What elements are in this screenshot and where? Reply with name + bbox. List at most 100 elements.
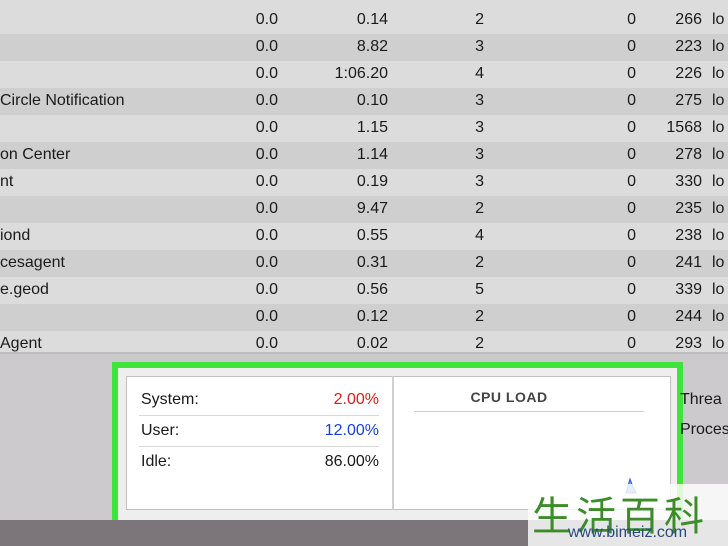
- user-name: lo: [712, 65, 725, 82]
- idle-wakeups: 0: [627, 254, 636, 271]
- table-row[interactable]: 0.0 1.15 3 0 1568 lo: [0, 115, 728, 142]
- watermark: 生活百科 www.bimeiz.com: [528, 484, 728, 546]
- idle-wakeups: 0: [627, 227, 636, 244]
- table-row[interactable]: cesagent 0.0 0.31 2 0 241 lo: [0, 250, 728, 277]
- cpu-time: 1.15: [356, 119, 388, 136]
- table-row[interactable]: iond 0.0 0.55 4 0 238 lo: [0, 223, 728, 250]
- process-name: iond: [0, 227, 31, 244]
- pid: 238: [675, 227, 702, 244]
- cpu-percent: 0.0: [255, 335, 278, 352]
- cpu-percent: 0.0: [255, 227, 278, 244]
- cpu-time: 0.10: [356, 92, 388, 109]
- process-name: nt: [0, 173, 14, 190]
- idle-wakeups: 0: [627, 119, 636, 136]
- watermark-url: www.bimeiz.com: [568, 524, 688, 541]
- thread-count: 3: [475, 119, 484, 136]
- cpu-percent: 0.0: [255, 281, 278, 298]
- cpu-time: 1:06.20: [334, 65, 388, 82]
- pid: 244: [675, 308, 702, 325]
- idle-wakeups: 0: [627, 38, 636, 55]
- thread-count: 3: [475, 38, 484, 55]
- idle-wakeups: 0: [627, 146, 636, 163]
- thread-count: 2: [475, 335, 484, 352]
- table-row[interactable]: e.geod 0.0 0.56 5 0 339 lo: [0, 277, 728, 304]
- cpu-percent: 0.0: [255, 11, 278, 28]
- pid: 330: [675, 173, 702, 190]
- cpu-time: 0.12: [356, 308, 388, 325]
- system-value: 2.00%: [333, 391, 379, 408]
- system-label: System:: [141, 391, 199, 408]
- pid: 235: [675, 200, 702, 217]
- cpu-time: 0.56: [356, 281, 388, 298]
- thread-count: 2: [475, 11, 484, 28]
- idle-wakeups: 0: [627, 65, 636, 82]
- cpu-time: 0.19: [356, 173, 388, 190]
- process-name: on Center: [0, 146, 71, 163]
- cpu-percent: 0.0: [255, 92, 278, 109]
- cpu-time: 0.55: [356, 227, 388, 244]
- user-name: lo: [712, 227, 725, 244]
- cpu-percent: 0.0: [255, 200, 278, 217]
- table-row[interactable]: 0.0 1:06.20 4 0 226 lo: [0, 61, 728, 88]
- pid: 241: [675, 254, 702, 271]
- user-name: lo: [712, 92, 725, 109]
- cpu-time: 0.02: [356, 335, 388, 352]
- idle-wakeups: 0: [627, 92, 636, 109]
- table-row[interactable]: on Center 0.0 1.14 3 0 278 lo: [0, 142, 728, 169]
- cpu-stats-box: System: 2.00% User: 12.00% Idle: 86.00%: [126, 376, 392, 510]
- cpu-percent: 0.0: [255, 119, 278, 136]
- table-row[interactable]: Agent 0.0 0.02 2 0 293 lo: [0, 331, 728, 352]
- processes-label: Proces: [680, 421, 728, 438]
- table-row[interactable]: nt 0.0 0.19 3 0 330 lo: [0, 169, 728, 196]
- thread-count: 5: [475, 281, 484, 298]
- thread-count: 4: [475, 227, 484, 244]
- system-stat-row: System: 2.00%: [139, 385, 379, 416]
- user-label: User:: [141, 422, 180, 439]
- pid: 1568: [666, 119, 702, 136]
- user-name: lo: [712, 200, 725, 217]
- pid: 278: [675, 146, 702, 163]
- idle-wakeups: 0: [627, 11, 636, 28]
- user-name: lo: [712, 11, 725, 28]
- idle-wakeups: 0: [627, 173, 636, 190]
- cpu-percent: 0.0: [255, 254, 278, 271]
- cpu-load-rule: [414, 411, 644, 412]
- thread-count: 3: [475, 92, 484, 109]
- user-name: lo: [712, 38, 725, 55]
- cpu-load-title: CPU LOAD: [470, 389, 548, 405]
- cpu-time: 1.14: [356, 146, 388, 163]
- table-row[interactable]: Circle Notification 0.0 0.10 3 0 275 lo: [0, 88, 728, 115]
- user-name: lo: [712, 308, 725, 325]
- user-name: lo: [712, 146, 725, 163]
- pid: 226: [675, 65, 702, 82]
- thread-count: 2: [475, 254, 484, 271]
- table-row[interactable]: 0.0 8.82 3 0 223 lo: [0, 34, 728, 61]
- cpu-time: 0.31: [356, 254, 388, 271]
- idle-stat-row: Idle: 86.00%: [139, 447, 379, 477]
- thread-count: 4: [475, 65, 484, 82]
- cpu-percent: 0.0: [255, 65, 278, 82]
- user-value: 12.00%: [324, 422, 379, 439]
- idle-wakeups: 0: [627, 200, 636, 217]
- pid: 275: [675, 92, 702, 109]
- cpu-percent: 0.0: [255, 173, 278, 190]
- table-row[interactable]: 0.0 0.14 2 0 266 lo: [0, 7, 728, 34]
- process-table: 0.0 0.14 2 0 266 lo 0.0 8.82 3 0 223 lo 0.0 1:06.20 4 0…: [0, 0, 728, 352]
- idle-label: Idle:: [141, 453, 172, 470]
- user-name: lo: [712, 254, 725, 271]
- pid: 223: [675, 38, 702, 55]
- process-name: Agent: [0, 335, 42, 352]
- process-name: Circle Notification: [0, 92, 125, 109]
- user-name: lo: [712, 281, 725, 298]
- cpu-percent: 0.0: [255, 146, 278, 163]
- idle-value: 86.00%: [324, 453, 379, 470]
- thread-count: 3: [475, 173, 484, 190]
- pid: 266: [675, 11, 702, 28]
- table-row[interactable]: 0.0 0.12 2 0 244 lo: [0, 304, 728, 331]
- cpu-percent: 0.0: [255, 38, 278, 55]
- cpu-time: 8.82: [356, 38, 388, 55]
- table-row[interactable]: 0.0 9.47 2 0 235 lo: [0, 196, 728, 223]
- process-name: cesagent: [0, 254, 65, 271]
- thread-count: 2: [475, 200, 484, 217]
- pid: 339: [675, 281, 702, 298]
